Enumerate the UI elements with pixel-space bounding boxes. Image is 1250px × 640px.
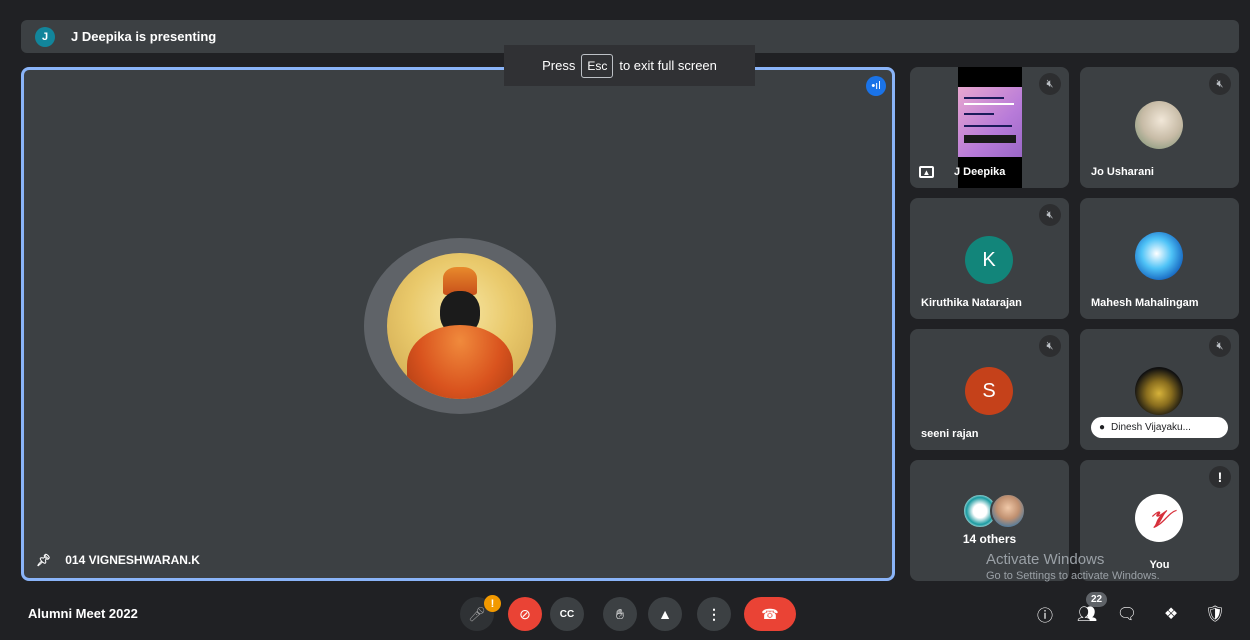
- self-avatar-icon: 𝒱︎: [1135, 494, 1183, 542]
- tile-j-deepika[interactable]: 🔇︎ ▲ J Deepika: [910, 67, 1069, 188]
- host-controls-icon[interactable]: 🛡︎: [1200, 599, 1230, 629]
- presenter-avatar: J: [35, 26, 55, 47]
- muted-mic-icon: 🔇︎: [1039, 73, 1061, 95]
- participant-photo-avatar: [1135, 101, 1183, 149]
- tile-dinesh-vijayakumar[interactable]: 🔇︎ ● Dinesh Vijayaku...: [1080, 329, 1239, 450]
- camera-off-icon[interactable]: ⊘: [508, 597, 542, 631]
- bottom-control-bar: Alumni Meet 2022 🎤︎ ! ⊘ CC ✋︎ ▲ ⋮ ☎︎ ⓘ 👥…: [0, 592, 1250, 640]
- toast-prefix: Press: [542, 58, 576, 73]
- activities-icon[interactable]: ❖: [1156, 599, 1186, 629]
- activate-windows-watermark: Activate Windows Go to Settings to activ…: [986, 551, 1160, 582]
- tile-name: seeni rajan: [921, 428, 979, 440]
- tile-name: Kiruthika Natarajan: [921, 297, 1022, 309]
- main-speaker-name: 014 VIGNESHWARAN.K: [65, 553, 200, 567]
- tile-kiruthika-natarajan[interactable]: 🔇︎ K Kiruthika Natarajan: [910, 198, 1069, 319]
- tile-mahesh-mahalingam[interactable]: Mahesh Mahalingam: [1080, 198, 1239, 319]
- main-speaker-tile[interactable]: •ıl 📌︎ 014 VIGNESHWARAN.K: [21, 67, 895, 581]
- letter-avatar: S: [965, 367, 1013, 415]
- chat-icon[interactable]: 🗨︎: [1112, 599, 1142, 629]
- presenter-dot-icon: ●: [1099, 422, 1106, 433]
- participant-photo-avatar: [1135, 367, 1183, 415]
- hang-up-icon[interactable]: ☎︎: [744, 597, 796, 631]
- present-icon[interactable]: ▲: [648, 597, 682, 631]
- muted-mic-icon: 🔇︎: [1209, 73, 1231, 95]
- muted-mic-icon: 🔇︎: [1039, 204, 1061, 226]
- muted-mic-icon: 🔇︎: [1039, 335, 1061, 357]
- tile-name: Mahesh Mahalingam: [1091, 297, 1199, 309]
- tile-name: J Deepika: [954, 166, 1006, 178]
- participant-count-badge: 22: [1086, 592, 1107, 607]
- meeting-title: Alumni Meet 2022: [28, 606, 138, 621]
- raise-hand-icon[interactable]: ✋︎: [603, 597, 637, 631]
- main-speaker-label: 📌︎ 014 VIGNESHWARAN.K: [36, 553, 200, 567]
- esc-key: Esc: [581, 53, 614, 78]
- tile-seeni-rajan[interactable]: 🔇︎ S seeni rajan: [910, 329, 1069, 450]
- muted-mic-icon: 🔇︎: [1209, 335, 1231, 357]
- tile-jo-usharani[interactable]: 🔇︎ Jo Usharani: [1080, 67, 1239, 188]
- others-avatars: [962, 493, 1028, 529]
- mic-warning-badge: !: [484, 595, 501, 612]
- main-speaker-avatar-ring: [364, 238, 556, 414]
- dinesh-name-pill: ● Dinesh Vijayaku...: [1091, 417, 1228, 438]
- participant-photo-avatar: [1135, 232, 1183, 280]
- screen-share-icon: ▲: [919, 166, 934, 178]
- fullscreen-toast: Press Esc to exit full screen: [504, 45, 755, 86]
- presenting-text: J Deepika is presenting: [71, 29, 217, 44]
- main-speaker-avatar: [387, 253, 533, 399]
- info-icon[interactable]: ⓘ: [1030, 599, 1060, 629]
- pin-icon[interactable]: 📌︎: [36, 553, 51, 567]
- tile-name: Jo Usharani: [1091, 166, 1154, 178]
- others-count-label: 14 others: [962, 532, 1017, 546]
- speaking-indicator-icon: •ıl: [866, 76, 886, 96]
- letter-avatar: K: [965, 236, 1013, 284]
- captions-icon[interactable]: CC: [550, 597, 584, 631]
- more-options-icon[interactable]: ⋮: [697, 597, 731, 631]
- alert-icon[interactable]: !: [1209, 466, 1231, 488]
- toast-suffix: to exit full screen: [619, 58, 717, 73]
